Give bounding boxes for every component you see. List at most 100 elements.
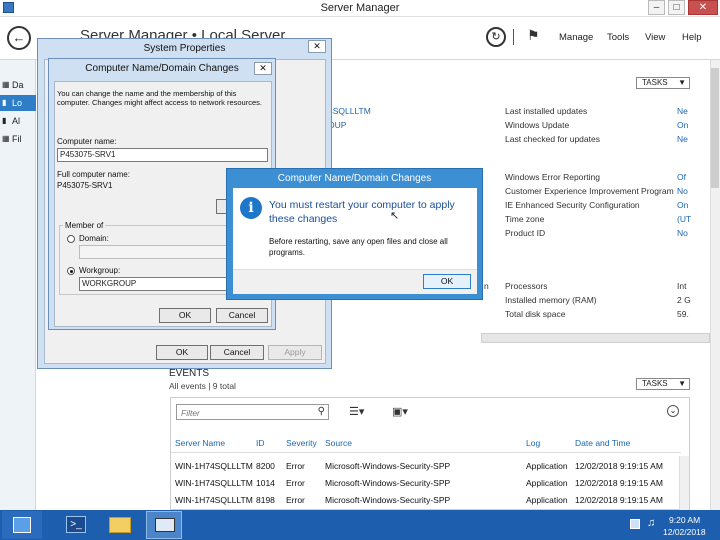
- cell-severity: Error: [286, 495, 305, 505]
- close-button[interactable]: ✕: [254, 62, 272, 75]
- flag-icon[interactable]: ⚑: [527, 27, 540, 44]
- cell-severity: Error: [286, 478, 305, 488]
- nav-local-server[interactable]: ▮ Lo: [0, 95, 36, 111]
- menu-view[interactable]: View: [645, 32, 665, 43]
- dialog-title: Computer Name/Domain Changes: [277, 173, 432, 184]
- col-server-name[interactable]: Server Name: [175, 438, 225, 448]
- scroll-fragment: [481, 333, 710, 343]
- col-log[interactable]: Log: [526, 438, 540, 448]
- ok-button[interactable]: OK: [423, 274, 471, 289]
- prop-value[interactable]: Ne: [677, 106, 688, 116]
- menu-tools[interactable]: Tools: [607, 32, 629, 43]
- network-icon[interactable]: [630, 519, 640, 529]
- cell-date-time: 12/02/2018 9:19:15 AM: [575, 461, 663, 471]
- back-button[interactable]: ←: [7, 26, 31, 50]
- cell-source: Microsoft-Windows-Security-SPP: [325, 478, 451, 488]
- prop-value[interactable]: Ne: [677, 134, 688, 144]
- cell-server-name: WIN-1H74SQLLLTM: [175, 495, 253, 505]
- prop-label: Windows Error Reporting: [505, 172, 600, 182]
- computer-name-label: Computer name:: [57, 137, 117, 146]
- filter-input[interactable]: Filter ⚲: [176, 404, 329, 420]
- close-button[interactable]: ✕: [308, 40, 326, 53]
- computer-name-input[interactable]: P453075-SRV1: [57, 148, 268, 162]
- menu-manage[interactable]: Manage: [559, 32, 593, 43]
- restart-dialog: Computer Name/Domain Changes i You must …: [226, 168, 483, 300]
- file-explorer-button[interactable]: [102, 511, 138, 539]
- system-properties-taskbar-button[interactable]: [146, 511, 182, 539]
- cell-server-name: WIN-1H74SQLLLTM: [175, 478, 253, 488]
- maximize-button[interactable]: □: [668, 0, 685, 15]
- col-severity[interactable]: Severity: [286, 438, 317, 448]
- computer-name-link[interactable]: 4SQLLLTM: [328, 106, 371, 116]
- col-date-time[interactable]: Date and Time: [575, 438, 630, 448]
- ok-button[interactable]: OK: [159, 308, 211, 323]
- cancel-button[interactable]: Cancel: [210, 345, 264, 360]
- nav-label: Da: [12, 80, 24, 90]
- prop-value[interactable]: (UT: [677, 214, 691, 224]
- events-heading: EVENTS: [169, 368, 210, 379]
- prop-label: Last installed updates: [505, 106, 588, 116]
- vm-fragment: n: [484, 281, 489, 291]
- domain-radio[interactable]: [67, 235, 75, 243]
- start-button[interactable]: [2, 511, 42, 539]
- table-row[interactable]: WIN-1H74SQLLLTM 8200 Error Microsoft-Window…: [171, 461, 676, 475]
- cell-source: Microsoft-Windows-Security-SPP: [325, 495, 451, 505]
- nav-all-servers[interactable]: ▮ Al: [0, 113, 36, 129]
- ok-button[interactable]: OK: [156, 345, 208, 360]
- prop-value[interactable]: On: [677, 120, 688, 130]
- mouse-pointer-icon: ↖: [390, 210, 400, 222]
- events-tasks-dropdown[interactable]: TASKS ▼: [636, 378, 690, 390]
- apply-button[interactable]: Apply: [268, 345, 322, 360]
- expand-icon[interactable]: ⌄: [667, 405, 679, 417]
- clock-time[interactable]: 9:20 AM: [669, 515, 700, 525]
- nav-label: Lo: [12, 98, 23, 108]
- domain-label: Domain:: [79, 234, 109, 243]
- prop-value[interactable]: Of: [677, 172, 686, 182]
- refresh-button[interactable]: ↻: [486, 27, 506, 47]
- menu-help[interactable]: Help: [682, 32, 702, 43]
- clock-date[interactable]: 12/02/2018: [663, 527, 706, 537]
- intro-text: You can change the name and the membersh…: [57, 89, 262, 107]
- cell-server-name: WIN-1H74SQLLLTM: [175, 461, 253, 471]
- table-row[interactable]: WIN-1H74SQLLLTM 8198 Error Microsoft-Window…: [171, 495, 676, 509]
- prop-value[interactable]: No: [677, 228, 688, 238]
- window-titlebar: Server Manager – □ ✕: [0, 0, 720, 17]
- prop-label: Installed memory (RAM): [505, 295, 597, 305]
- powershell-icon: >_: [66, 516, 86, 533]
- dashboard-icon: ▦: [2, 80, 10, 89]
- cell-id: 1014: [256, 478, 275, 488]
- server-icon: ▮: [2, 98, 7, 107]
- server-manager-taskbar-icon: [13, 517, 31, 533]
- prop-label: Product ID: [505, 228, 546, 238]
- prop-value: 59.: [677, 309, 689, 319]
- restart-message: Before restarting, save any open files a…: [269, 237, 448, 257]
- nav-file-services[interactable]: ▦ Fil: [0, 131, 36, 147]
- minimize-button[interactable]: –: [648, 0, 665, 15]
- info-icon: i: [240, 197, 262, 219]
- col-source[interactable]: Source: [325, 438, 352, 448]
- dialog-title: Computer Name/Domain Changes: [85, 63, 239, 74]
- cell-date-time: 12/02/2018 9:19:15 AM: [575, 495, 663, 505]
- prop-value[interactable]: On: [677, 200, 688, 210]
- prop-value[interactable]: No: [677, 186, 688, 196]
- nav-dashboard[interactable]: ▦ Da: [0, 77, 36, 93]
- events-scrollbar[interactable]: [679, 456, 689, 511]
- table-row[interactable]: WIN-1H74SQLLLTM 1014 Error Microsoft-Window…: [171, 478, 676, 492]
- powershell-button[interactable]: >_: [58, 511, 94, 539]
- chevron-down-icon: ▼: [678, 379, 686, 388]
- member-of-label: Member of: [63, 221, 106, 230]
- properties-tasks-dropdown[interactable]: TASKS ▼: [636, 77, 690, 89]
- col-id[interactable]: ID: [256, 438, 265, 448]
- cancel-button[interactable]: Cancel: [216, 308, 268, 323]
- workgroup-radio[interactable]: [67, 267, 75, 275]
- cell-log: Application: [526, 461, 568, 471]
- prop-label: Customer Experience Improvement Program: [505, 186, 674, 196]
- filter-placeholder: Filter: [181, 408, 200, 418]
- list-options-icon[interactable]: ☰▾: [349, 405, 364, 418]
- scrollbar-thumb[interactable]: [711, 68, 719, 188]
- save-query-icon[interactable]: ▣▾: [392, 405, 408, 418]
- close-button[interactable]: ✕: [688, 0, 718, 15]
- left-nav: ▦ Da ▮ Lo ▮ Al ▦ Fil: [0, 60, 36, 510]
- full-name-value: P453075-SRV1: [57, 181, 113, 190]
- volume-icon[interactable]: ♫: [647, 517, 655, 529]
